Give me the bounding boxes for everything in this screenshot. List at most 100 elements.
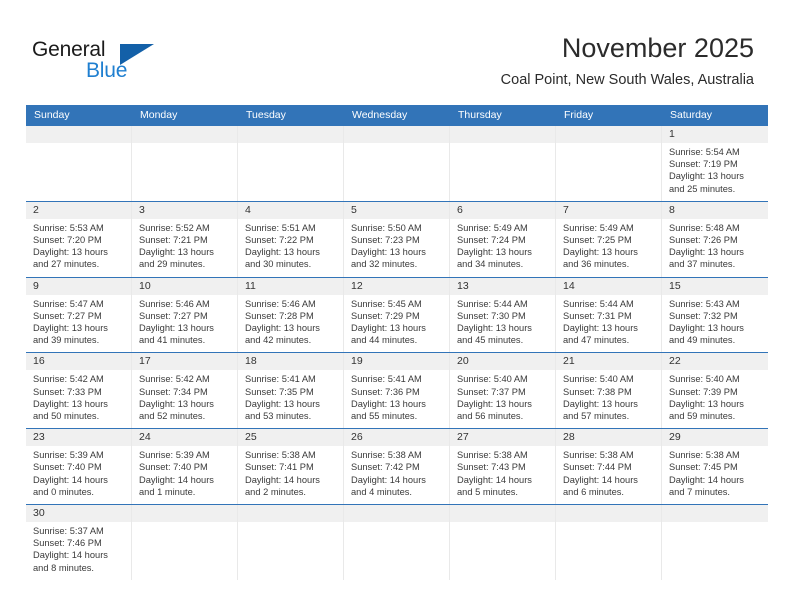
calendar-day-cell-empty [26,126,132,201]
calendar-day-cell[interactable]: 16 Sunrise: 5:42 AM Sunset: 7:33 PM Dayligh… [26,353,132,429]
calendar-day-cell[interactable]: 1 Sunrise: 5:54 AM Sunset: 7:19 PM Daylight… [662,126,768,201]
sunset-text: Sunset: 7:23 PM [351,235,420,246]
day-sun-info: Sunrise: 5:42 AM Sunset: 7:33 PM Daylight:… [26,370,131,428]
sunrise-text: Sunrise: 5:40 AM [563,374,634,385]
calendar-day-cell[interactable]: 22 Sunrise: 5:40 AM Sunset: 7:39 PM Dayligh… [662,353,768,429]
day-number [26,126,131,143]
calendar-day-cell[interactable]: 4 Sunrise: 5:51 AM Sunset: 7:22 PM Daylight… [238,201,344,277]
calendar-day-cell[interactable]: 20 Sunrise: 5:40 AM Sunset: 7:37 PM Dayligh… [450,353,556,429]
day-sun-info: Sunrise: 5:43 AM Sunset: 7:32 PM Daylight:… [662,295,768,353]
day-number [662,505,768,523]
sunrise-text: Sunrise: 5:41 AM [245,374,316,385]
calendar-day-cell[interactable]: 28 Sunrise: 5:38 AM Sunset: 7:44 PM Dayligh… [556,429,662,505]
calendar-day-cell[interactable]: 13 Sunrise: 5:44 AM Sunset: 7:30 PM Dayligh… [450,277,556,353]
calendar-day-cell[interactable]: 3 Sunrise: 5:52 AM Sunset: 7:21 PM Daylight… [132,201,238,277]
calendar-day-cell[interactable]: 26 Sunrise: 5:38 AM Sunset: 7:42 PM Dayligh… [344,429,450,505]
calendar-day-cell[interactable]: 11 Sunrise: 5:46 AM Sunset: 7:28 PM Dayligh… [238,277,344,353]
weekday-header-wednesday: Wednesday [352,109,408,121]
day-sun-info: Sunrise: 5:40 AM Sunset: 7:38 PM Daylight:… [556,370,661,428]
sunset-text: Sunset: 7:32 PM [669,310,738,321]
sunset-text: Sunset: 7:40 PM [33,462,102,473]
daylight-text: Daylight: 13 hours and 45 minutes. [457,323,532,346]
day-sun-info: Sunrise: 5:49 AM Sunset: 7:25 PM Daylight:… [556,219,661,277]
daylight-text: Daylight: 13 hours and 53 minutes. [245,398,320,422]
day-number [238,505,343,523]
sunset-text: Sunset: 7:46 PM [33,538,102,549]
sunrise-text: Sunrise: 5:49 AM [457,222,528,233]
title-block: November 2025 Coal Point, New South Wale… [501,32,754,89]
calendar-day-cell[interactable]: 5 Sunrise: 5:50 AM Sunset: 7:23 PM Daylight… [344,201,450,277]
day-sun-info: Sunrise: 5:49 AM Sunset: 7:24 PM Daylight:… [450,219,555,277]
sunset-text: Sunset: 7:19 PM [669,159,738,170]
calendar-day-cell[interactable]: 24 Sunrise: 5:39 AM Sunset: 7:40 PM Dayligh… [132,429,238,505]
weekday-header-thursday: Thursday [458,109,502,121]
day-number: 19 [344,353,449,371]
calendar-day-cell[interactable]: 27 Sunrise: 5:38 AM Sunset: 7:43 PM Dayligh… [450,429,556,505]
day-number: 5 [344,201,449,219]
calendar-day-cell[interactable]: 6 Sunrise: 5:49 AM Sunset: 7:24 PM Daylight… [450,201,556,277]
daylight-text: Daylight: 13 hours and 47 minutes. [563,323,638,346]
sunset-text: Sunset: 7:43 PM [457,462,526,473]
page-title: November 2025 [561,33,754,63]
sunrise-text: Sunrise: 5:48 AM [669,222,740,233]
sunrise-text: Sunrise: 5:52 AM [139,222,210,233]
sunset-text: Sunset: 7:21 PM [139,235,208,246]
calendar-day-cell[interactable]: 15 Sunrise: 5:43 AM Sunset: 7:32 PM Dayligh… [662,277,768,353]
weekday-header-row: Sunday Monday Tuesday Wednesday Thursday Frid… [26,105,768,126]
sunrise-text: Sunrise: 5:40 AM [669,374,740,385]
day-sun-info: Sunrise: 5:54 AM Sunset: 7:19 PM Daylight:… [662,143,768,201]
sunrise-text: Sunrise: 5:47 AM [33,298,104,309]
sunset-text: Sunset: 7:34 PM [139,386,208,397]
day-sun-info: Sunrise: 5:38 AM Sunset: 7:43 PM Daylight:… [450,446,555,504]
sunrise-text: Sunrise: 5:39 AM [33,450,104,461]
day-number: 25 [238,429,343,447]
calendar-day-cell[interactable]: 8 Sunrise: 5:48 AM Sunset: 7:26 PM Daylight… [662,201,768,277]
sunrise-text: Sunrise: 5:46 AM [139,298,210,309]
calendar-day-cell[interactable]: 17 Sunrise: 5:42 AM Sunset: 7:34 PM Dayligh… [132,353,238,429]
day-number: 13 [450,277,555,295]
weekday-header-monday: Monday [140,109,178,121]
daylight-text: Daylight: 14 hours and 5 minutes. [457,474,532,497]
calendar-day-cell-empty [238,505,344,580]
calendar-day-cell[interactable]: 19 Sunrise: 5:41 AM Sunset: 7:36 PM Dayligh… [344,353,450,429]
calendar-day-cell[interactable]: 9 Sunrise: 5:47 AM Sunset: 7:27 PM Daylight… [26,277,132,353]
day-sun-info: Sunrise: 5:51 AM Sunset: 7:22 PM Daylight:… [238,219,343,277]
sunset-text: Sunset: 7:27 PM [139,310,208,321]
calendar-week-row: 23 Sunrise: 5:39 AM Sunset: 7:40 PM Dayligh… [26,428,768,505]
day-sun-info: Sunrise: 5:38 AM Sunset: 7:42 PM Daylight:… [344,446,449,504]
calendar-day-cell[interactable]: 29 Sunrise: 5:38 AM Sunset: 7:45 PM Dayligh… [662,429,768,505]
day-number: 12 [344,277,449,295]
calendar-day-cell[interactable]: 23 Sunrise: 5:39 AM Sunset: 7:40 PM Dayligh… [26,429,132,505]
generalblue-logo[interactable]: General Blue [32,38,192,88]
daylight-text: Daylight: 13 hours and 44 minutes. [351,323,426,346]
weekday-header-sunday: Sunday [34,109,70,121]
day-number [344,505,449,523]
calendar-day-cell[interactable]: 18 Sunrise: 5:41 AM Sunset: 7:35 PM Dayligh… [238,353,344,429]
weekday-header-saturday: Saturday [670,109,713,121]
day-number [132,505,237,523]
daylight-text: Daylight: 14 hours and 2 minutes. [245,474,320,497]
day-number: 15 [662,277,768,295]
day-number: 7 [556,201,661,219]
calendar-day-cell[interactable]: 25 Sunrise: 5:38 AM Sunset: 7:41 PM Dayligh… [238,429,344,505]
calendar-day-cell[interactable]: 7 Sunrise: 5:49 AM Sunset: 7:25 PM Daylight… [556,201,662,277]
sunrise-text: Sunrise: 5:50 AM [351,222,422,233]
calendar-day-cell[interactable]: 12 Sunrise: 5:45 AM Sunset: 7:29 PM Dayligh… [344,277,450,353]
calendar-day-cell[interactable]: 14 Sunrise: 5:44 AM Sunset: 7:31 PM Dayligh… [556,277,662,353]
day-number [344,126,449,143]
calendar-day-cell[interactable]: 2 Sunrise: 5:53 AM Sunset: 7:20 PM Daylight… [26,201,132,277]
calendar-day-cell[interactable]: 21 Sunrise: 5:40 AM Sunset: 7:38 PM Dayligh… [556,353,662,429]
sunrise-text: Sunrise: 5:39 AM [139,450,210,461]
day-sun-info: Sunrise: 5:53 AM Sunset: 7:20 PM Daylight:… [26,219,131,277]
day-number: 17 [132,353,237,371]
day-number: 20 [450,353,555,371]
daylight-text: Daylight: 14 hours and 8 minutes. [33,550,108,573]
daylight-text: Daylight: 14 hours and 7 minutes. [669,474,744,497]
sunrise-text: Sunrise: 5:53 AM [33,222,104,233]
calendar-day-cell[interactable]: 10 Sunrise: 5:46 AM Sunset: 7:27 PM Dayligh… [132,277,238,353]
day-number: 30 [26,505,131,523]
sunset-text: Sunset: 7:25 PM [563,235,632,246]
calendar-day-cell[interactable]: 30 Sunrise: 5:37 AM Sunset: 7:46 PM Dayligh… [26,505,132,580]
sunset-text: Sunset: 7:38 PM [563,386,632,397]
day-number: 1 [662,126,768,143]
